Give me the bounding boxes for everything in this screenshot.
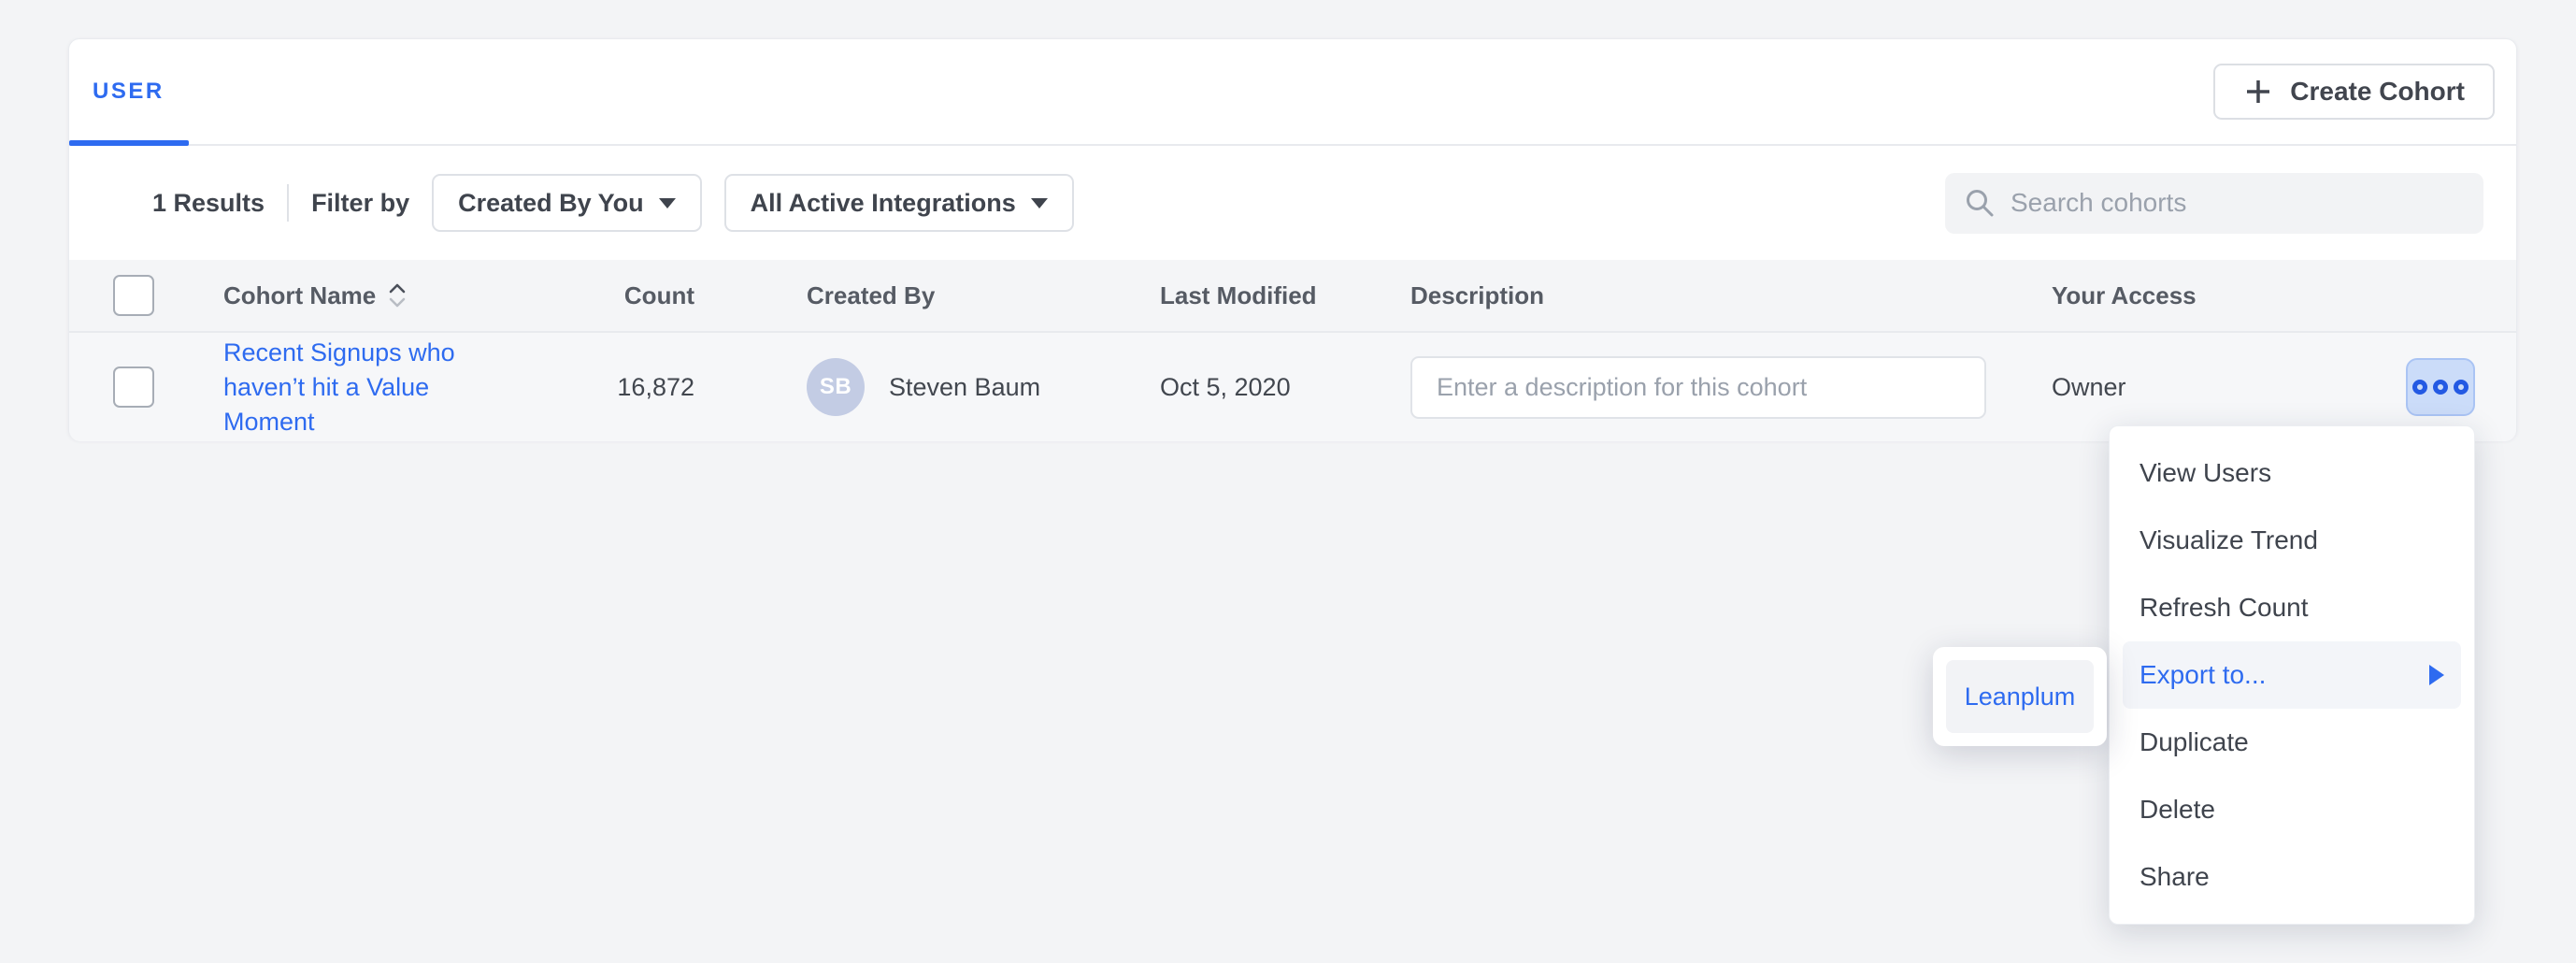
menu-item-view-users[interactable]: View Users: [2123, 439, 2461, 507]
table-header-row: Cohort Name Count Created By Last Modifi…: [69, 260, 2516, 333]
filter-row: 1 Results Filter by Created By You All A…: [69, 146, 2516, 260]
avatar: SB: [807, 358, 865, 416]
submenu-arrow-icon: [2429, 665, 2444, 685]
ellipsis-icon: [2433, 380, 2448, 395]
chevron-down-icon: [659, 198, 676, 208]
menu-item-duplicate[interactable]: Duplicate: [2123, 709, 2461, 776]
context-menu: View Users Visualize Trend Refresh Count…: [2109, 425, 2475, 925]
menu-item-share[interactable]: Share: [2123, 843, 2461, 911]
description-input[interactable]: [1410, 356, 1986, 419]
column-header-description: Description: [1378, 281, 1981, 310]
tab-user-label: USER: [93, 79, 165, 105]
menu-item-export-to[interactable]: Export to...: [2123, 641, 2461, 709]
filter-by-label: Filter by: [311, 189, 409, 218]
cohort-name-link[interactable]: Recent Signups who haven’t hit a Value M…: [223, 336, 466, 439]
submenu-item-leanplum[interactable]: Leanplum: [1946, 660, 2094, 733]
integrations-dropdown-value: All Active Integrations: [751, 189, 1016, 218]
ellipsis-icon: [2412, 380, 2427, 395]
column-header-your-access: Your Access: [1981, 281, 2336, 310]
access-value: Owner: [1981, 373, 2336, 402]
menu-item-refresh-count[interactable]: Refresh Count: [2123, 574, 2461, 641]
create-cohort-button[interactable]: Create Cohort: [2213, 64, 2495, 120]
active-tab-underline: [69, 140, 189, 146]
menu-item-export-to-label: Export to...: [2140, 660, 2266, 690]
chevron-down-icon: [1031, 198, 1048, 208]
search-icon: [1964, 187, 1996, 219]
sort-chevrons-icon: [387, 280, 408, 310]
column-header-created-by: Created By: [723, 281, 1116, 310]
ellipsis-icon: [2454, 380, 2469, 395]
search-input[interactable]: [2011, 188, 2465, 218]
menu-item-delete[interactable]: Delete: [2123, 776, 2461, 843]
results-count: 1 Results: [152, 189, 265, 218]
integrations-dropdown[interactable]: All Active Integrations: [724, 174, 1074, 232]
plus-icon: [2243, 77, 2273, 107]
count-value: 16,872: [546, 373, 723, 402]
vertical-divider: [287, 184, 289, 222]
tab-bar: USER Create Cohort: [69, 39, 2516, 146]
column-header-count: Count: [546, 281, 723, 310]
column-header-last-modified: Last Modified: [1116, 281, 1378, 310]
tab-user[interactable]: USER: [69, 39, 189, 144]
created-by-dropdown[interactable]: Created By You: [432, 174, 702, 232]
export-submenu: Leanplum: [1933, 647, 2107, 746]
cohorts-card: USER Create Cohort 1 Results Filter by C…: [68, 38, 2517, 440]
menu-item-visualize-trend[interactable]: Visualize Trend: [2123, 507, 2461, 574]
last-modified-value: Oct 5, 2020: [1116, 373, 1378, 402]
column-header-cohort-name[interactable]: Cohort Name: [181, 280, 546, 310]
search-cohorts-box[interactable]: [1945, 173, 2483, 234]
create-cohort-label: Create Cohort: [2290, 77, 2465, 107]
row-checkbox[interactable]: [113, 367, 154, 408]
created-by-dropdown-value: Created By You: [458, 189, 644, 218]
created-by-name: Steven Baum: [889, 373, 1040, 402]
select-all-checkbox[interactable]: [113, 275, 154, 316]
more-actions-button[interactable]: [2406, 358, 2475, 416]
